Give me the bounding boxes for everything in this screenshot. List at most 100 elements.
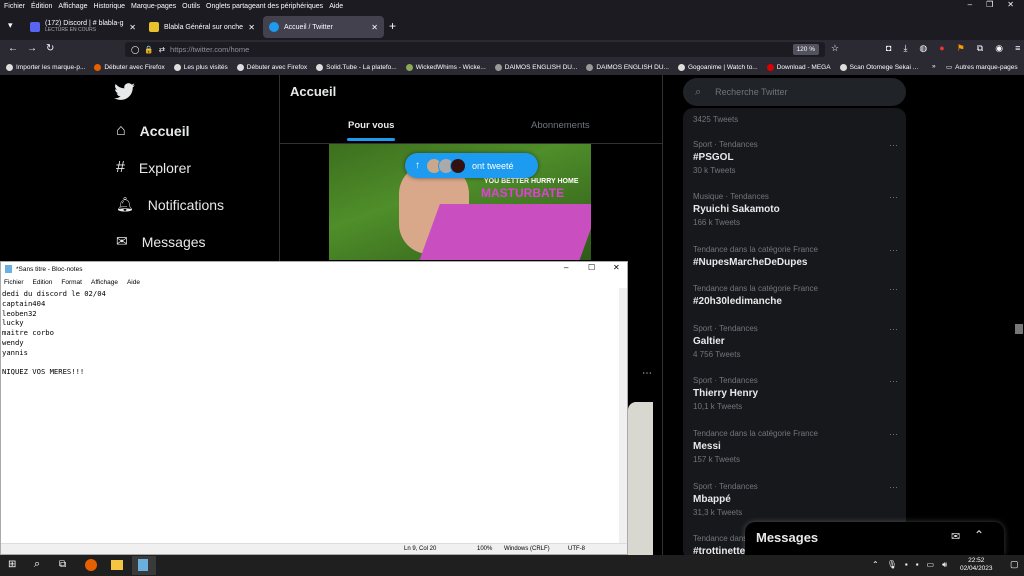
addon2-icon[interactable]: ⚑ — [957, 43, 965, 54]
bookmark-item[interactable]: Download - MEGA — [766, 64, 831, 71]
menu-marque-pages[interactable]: Marque-pages — [131, 3, 176, 10]
trend-item[interactable]: Tendance dans la catégorie France #NupesM… — [693, 245, 898, 268]
more-bookmarks-icon[interactable]: » — [932, 63, 936, 70]
menu-fichier[interactable]: Fichier — [4, 279, 24, 286]
new-tweets-pill[interactable]: ↑ ont tweeté — [405, 153, 538, 178]
forward-icon[interactable]: → — [27, 43, 37, 54]
bookmark-item[interactable]: Scan Otomege Sekai ... — [839, 64, 918, 71]
trend-item[interactable]: Tendance dans la catégorie France #20h30l… — [693, 284, 898, 307]
trend-item[interactable]: Sport · Tendances #PSGOL 30 k Tweets ⋯ — [693, 140, 898, 175]
addon-icon[interactable]: ● — [939, 43, 944, 54]
tab-onche[interactable]: Blabla Général sur onche ✕ — [143, 16, 261, 38]
trend-item[interactable]: Musique · Tendances Ryuichi Sakamoto 166 k… — [693, 192, 898, 227]
bookmark-item[interactable]: DAIMOS ENGLISH DU... — [586, 64, 669, 71]
nav-messages[interactable]: ✉ Messages — [116, 233, 206, 250]
menu-aide[interactable]: Aide — [127, 279, 140, 286]
menu-affichage[interactable]: Affichage — [58, 3, 87, 10]
pocket-icon[interactable]: ◘ — [886, 43, 891, 54]
close-icon[interactable]: ✕ — [1007, 0, 1014, 12]
menu-aide[interactable]: Aide — [329, 3, 343, 10]
account-icon[interactable]: ◉ — [995, 43, 1003, 54]
trend-item[interactable]: Sport · Tendances Thierry Henry 10,1 k Twe… — [693, 376, 898, 411]
menu-format[interactable]: Format — [61, 279, 82, 286]
tray-app2-icon[interactable]: ▪ — [916, 560, 919, 570]
notepad-text-area[interactable]: dedi du discord le 02/04 captain404 leob… — [2, 289, 620, 545]
maximize-icon[interactable]: ☐ — [588, 263, 595, 272]
tab-pour-vous[interactable]: Pour vous — [348, 120, 394, 131]
close-tab-icon[interactable]: ✕ — [248, 23, 255, 32]
menu-historique[interactable]: Historique — [93, 3, 125, 10]
scrollbar-thumb[interactable] — [1015, 324, 1023, 334]
menu-outils[interactable]: Outils — [182, 3, 200, 10]
tray-app-icon[interactable]: ▪ — [905, 560, 908, 570]
notepad-title: *Sans titre - Bloc-notes — [16, 265, 83, 273]
menu-affichage[interactable]: Affichage — [91, 279, 118, 286]
notepad-scrollbar[interactable] — [619, 288, 627, 544]
zoom-badge[interactable]: 120 % — [792, 44, 819, 55]
task-view-icon[interactable]: ⧉ — [59, 559, 66, 570]
download-icon[interactable]: ⤓ — [903, 43, 907, 54]
url-text[interactable]: https://twitter.com/home — [170, 45, 249, 54]
minimize-icon[interactable]: – — [968, 0, 972, 12]
more-icon: ⋯ — [889, 192, 898, 202]
back-icon[interactable]: ← — [8, 43, 18, 54]
menu-edition[interactable]: Édition — [31, 3, 52, 10]
extensions-icon[interactable]: ⧉ — [977, 43, 983, 54]
trend-item[interactable]: Tendance dans la catégorie France Messi 15… — [693, 429, 898, 464]
status-eol: Windows (CRLF) — [504, 546, 550, 552]
clock[interactable]: 22:52 02/04/2023 — [960, 557, 993, 573]
bookmark-item[interactable]: Débuter avec Firefox — [236, 64, 307, 71]
tweet-media-partial[interactable] — [628, 402, 653, 560]
menu-icon[interactable]: ≡ — [1015, 43, 1020, 54]
volume-icon[interactable]: 🔊︎ — [942, 560, 947, 570]
file-explorer-icon[interactable] — [111, 560, 123, 570]
search-icon[interactable]: ⌕ — [34, 558, 40, 571]
bookmark-item[interactable]: Importer les marque-p... — [6, 64, 85, 71]
restore-icon[interactable]: ❐ — [986, 0, 993, 12]
firefox-icon[interactable] — [85, 559, 97, 571]
close-tab-icon[interactable]: ✕ — [129, 23, 136, 32]
image-mat — [418, 204, 591, 260]
chevron-up-icon[interactable]: ⌃ — [974, 528, 984, 542]
new-tab-button[interactable]: + — [389, 19, 396, 33]
trend-item[interactable]: Sport · Tendances Mbappé 31,3 k Tweets ⋯ — [693, 482, 898, 517]
more-icon[interactable]: ⋯ — [642, 368, 652, 379]
nav-notifications[interactable]: 🔔︎ Notifications — [116, 196, 224, 213]
menu-edition[interactable]: Edition — [33, 279, 53, 286]
close-icon[interactable]: ✕ — [613, 263, 620, 272]
bookmark-item[interactable]: Débuter avec Firefox — [94, 64, 165, 71]
microphone-icon[interactable]: 🎙︎ — [887, 560, 897, 570]
messages-drawer[interactable]: Messages ✉ ⌃ — [745, 522, 1004, 555]
tab-discord[interactable]: (172) Discord | # blabla-g LECTURE EN CO… — [24, 16, 142, 38]
reload-icon[interactable]: ↻ — [46, 43, 54, 54]
network-icon[interactable]: ▭ — [927, 560, 935, 570]
minimize-icon[interactable]: – — [564, 263, 568, 272]
tab-list-icon[interactable]: ▾ — [8, 20, 13, 31]
trend-item[interactable]: Sport · Tendances Galtier 4 756 Tweets ⋯ — [693, 324, 898, 359]
bookmark-item[interactable]: DAIMOS ENGLISH DU... — [494, 64, 577, 71]
new-message-icon[interactable]: ✉ — [951, 530, 960, 543]
more-icon: ⋯ — [889, 429, 898, 439]
search-icon: ⌕ — [695, 85, 702, 98]
windows-start-icon[interactable]: ⊞ — [8, 559, 16, 570]
nav-explorer[interactable]: # Explorer — [116, 159, 191, 177]
bookmark-item[interactable]: Solid.Tube - La platefo... — [316, 64, 397, 71]
nav-accueil[interactable]: ⌂ Accueil — [116, 122, 189, 140]
chevron-up-icon[interactable]: ⌃ — [872, 560, 879, 570]
menu-onglets[interactable]: Onglets partageant des périphériques — [206, 3, 323, 10]
search-input[interactable]: ⌕ Recherche Twitter — [683, 78, 906, 106]
notification-icon[interactable]: ▢ — [1010, 559, 1019, 570]
page-title: Accueil — [290, 84, 337, 99]
tab-twitter[interactable]: Accueil / Twitter ✕ — [263, 16, 384, 38]
extension-icon[interactable]: ◍ — [919, 43, 927, 54]
bookmark-item[interactable]: Les plus visités — [173, 64, 228, 71]
bookmark-star-icon[interactable]: ☆ — [831, 43, 839, 54]
menu-fichier[interactable]: Fichier — [4, 3, 25, 10]
bookmark-item[interactable]: WickedWhims - Wicke... — [405, 64, 486, 71]
bookmark-item[interactable]: Gogoanime | Watch to... — [678, 64, 758, 71]
url-bar[interactable]: ◯ 🔒 ⇄ https://twitter.com/home 120 % ☆ — [125, 42, 839, 57]
close-tab-icon[interactable]: ✕ — [371, 23, 378, 32]
tab-abonnements[interactable]: Abonnements — [531, 120, 590, 131]
other-bookmarks[interactable]: ▭ Autres marque-pages — [946, 63, 1018, 72]
twitter-logo-icon[interactable] — [114, 83, 136, 101]
